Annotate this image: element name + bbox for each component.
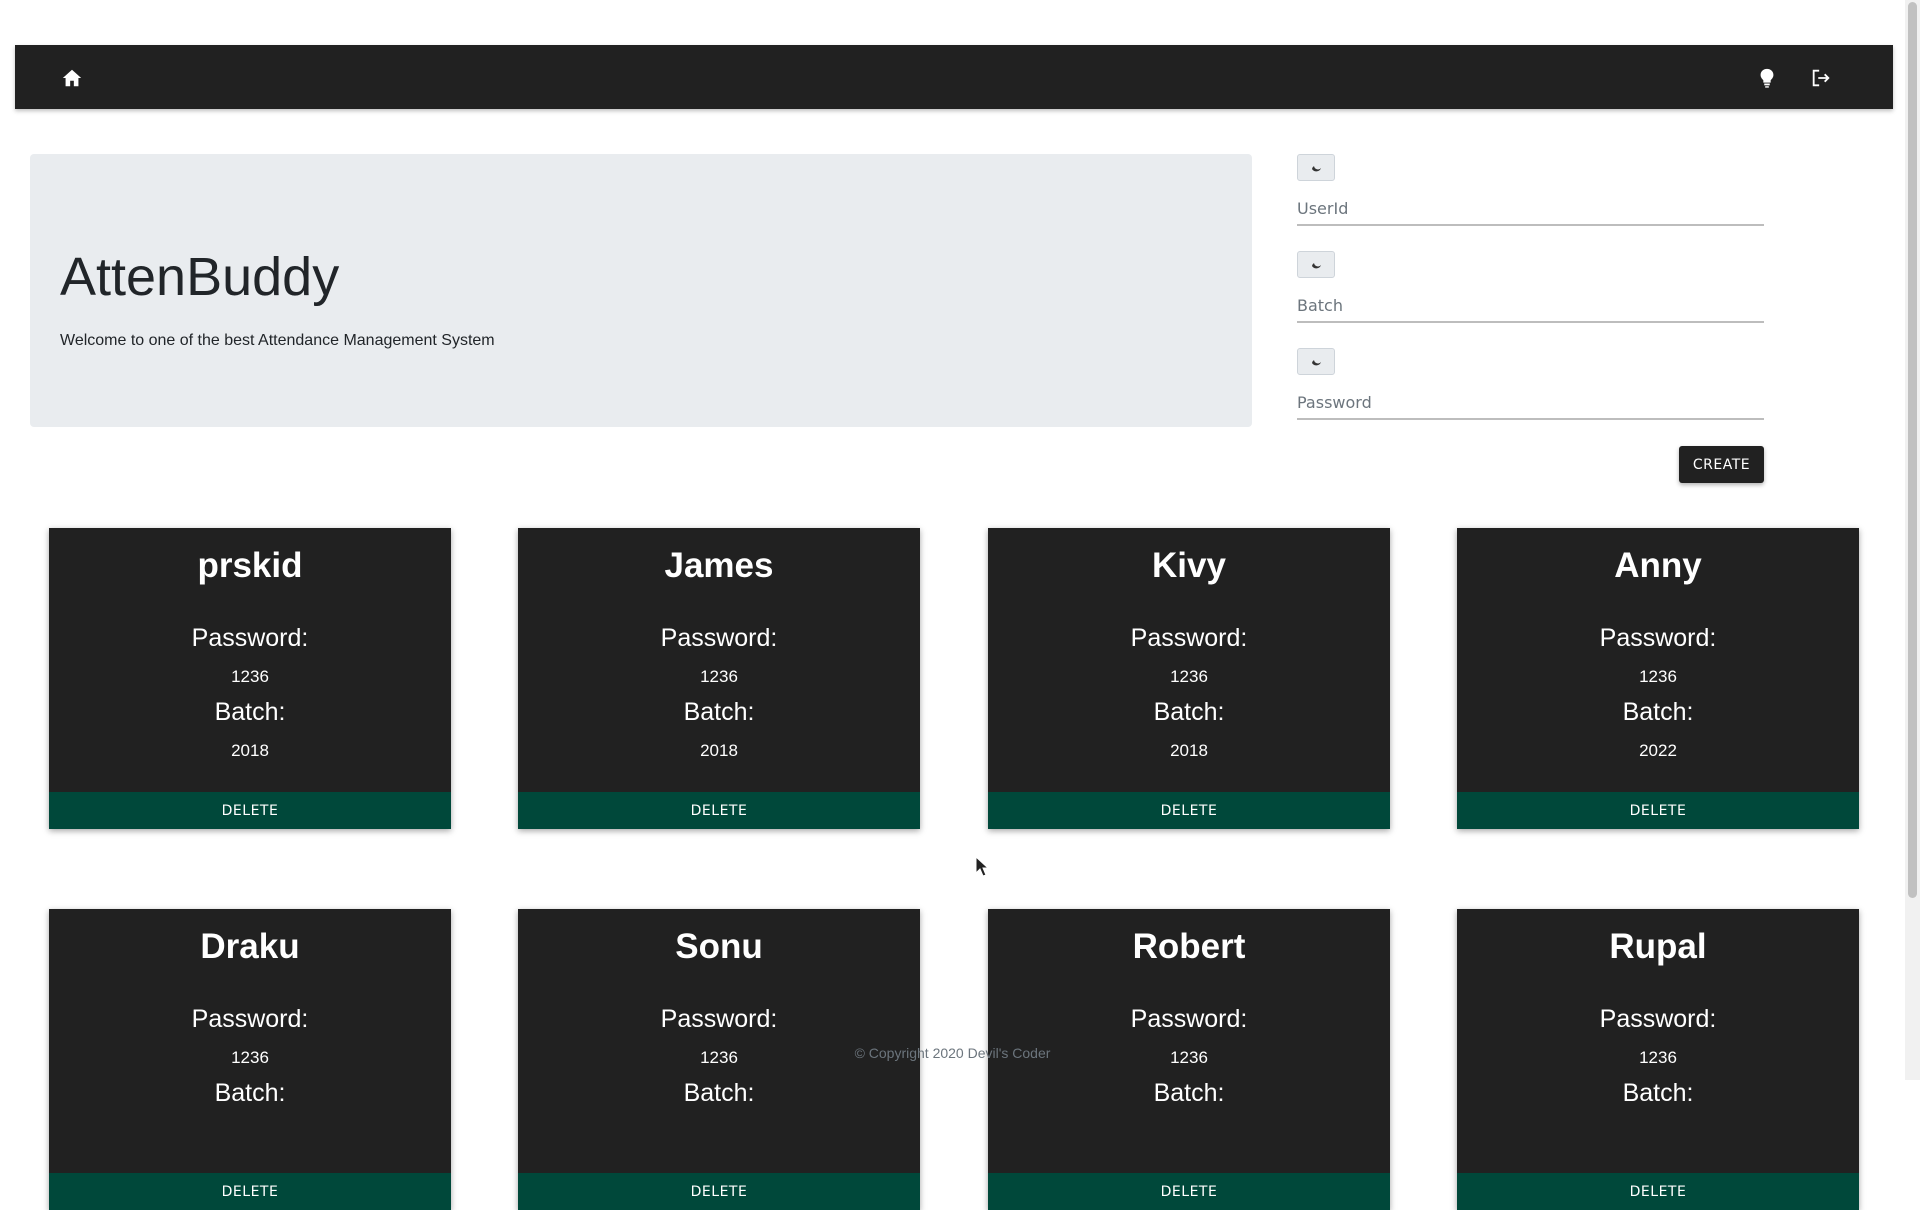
password-label: Password: bbox=[660, 1005, 778, 1033]
delete-button[interactable]: DELETE bbox=[1457, 1173, 1859, 1210]
mouse-cursor-icon bbox=[975, 856, 989, 877]
userid-field-group bbox=[1297, 154, 1764, 228]
batch-label: Batch: bbox=[214, 698, 286, 726]
moon-icon bbox=[1297, 251, 1335, 278]
user-name: Anny bbox=[1614, 546, 1702, 585]
top-navbar bbox=[15, 45, 1893, 109]
user-name: Draku bbox=[200, 927, 300, 966]
batch-label: Batch: bbox=[1622, 698, 1694, 726]
batch-value: 2022 bbox=[1639, 741, 1677, 760]
moon-icon bbox=[1297, 154, 1335, 181]
moon-icon bbox=[1297, 348, 1335, 375]
password-value: 1236 bbox=[1170, 667, 1208, 686]
password-value: 1236 bbox=[231, 667, 269, 686]
footer-copyright: © Copyright 2020 Devil's Coder bbox=[854, 1045, 1051, 1061]
delete-button[interactable]: DELETE bbox=[518, 792, 920, 829]
batch-input[interactable] bbox=[1297, 289, 1764, 323]
password-value: 1236 bbox=[700, 667, 738, 686]
delete-button[interactable]: DELETE bbox=[518, 1173, 920, 1210]
batch-value: 2018 bbox=[231, 741, 269, 760]
password-label: Password: bbox=[1130, 1005, 1248, 1033]
batch-label: Batch: bbox=[1622, 1079, 1694, 1107]
batch-label: Batch: bbox=[1153, 1079, 1225, 1107]
batch-label: Batch: bbox=[214, 1079, 286, 1107]
password-label: Password: bbox=[660, 624, 778, 652]
user-name: prskid bbox=[197, 546, 303, 585]
jumbotron: AttenBuddy Welcome to one of the best At… bbox=[30, 154, 1252, 427]
delete-button[interactable]: DELETE bbox=[49, 1173, 451, 1210]
user-name: Robert bbox=[1132, 927, 1246, 966]
user-card: prskid Password: 1236 Batch: 2018 DELETE bbox=[49, 528, 451, 829]
password-field-group bbox=[1297, 348, 1764, 422]
user-card: Kivy Password: 1236 Batch: 2018 DELETE bbox=[988, 528, 1390, 829]
user-name: Kivy bbox=[1152, 546, 1226, 585]
sign-out-icon[interactable] bbox=[1806, 63, 1836, 93]
userid-input[interactable] bbox=[1297, 192, 1764, 226]
password-label: Password: bbox=[1599, 624, 1717, 652]
password-value: 1236 bbox=[1639, 667, 1677, 686]
batch-label: Batch: bbox=[683, 698, 755, 726]
app-subtitle: Welcome to one of the best Attendance Ma… bbox=[60, 332, 495, 349]
batch-label: Batch: bbox=[1153, 698, 1225, 726]
lightbulb-icon[interactable] bbox=[1752, 63, 1782, 93]
delete-button[interactable]: DELETE bbox=[1457, 792, 1859, 829]
password-input[interactable] bbox=[1297, 386, 1764, 420]
batch-label: Batch: bbox=[683, 1079, 755, 1107]
app-title: AttenBuddy bbox=[60, 247, 340, 307]
delete-button[interactable]: DELETE bbox=[49, 792, 451, 829]
password-label: Password: bbox=[191, 1005, 309, 1033]
password-label: Password: bbox=[191, 624, 309, 652]
user-card: Anny Password: 1236 Batch: 2022 DELETE bbox=[1457, 528, 1859, 829]
home-icon[interactable] bbox=[57, 63, 87, 93]
user-name: Sonu bbox=[675, 927, 763, 966]
delete-button[interactable]: DELETE bbox=[988, 792, 1390, 829]
password-label: Password: bbox=[1599, 1005, 1717, 1033]
scrollbar-thumb[interactable] bbox=[1908, 2, 1917, 898]
delete-button[interactable]: DELETE bbox=[988, 1173, 1390, 1210]
password-label: Password: bbox=[1130, 624, 1248, 652]
user-name: James bbox=[664, 546, 774, 585]
user-name: Rupal bbox=[1609, 927, 1707, 966]
create-user-form: CREATE bbox=[1297, 154, 1764, 484]
batch-value: 2018 bbox=[700, 741, 738, 760]
batch-value: 2018 bbox=[1170, 741, 1208, 760]
user-card: James Password: 1236 Batch: 2018 DELETE bbox=[518, 528, 920, 829]
batch-field-group bbox=[1297, 251, 1764, 325]
create-button[interactable]: CREATE bbox=[1679, 446, 1764, 483]
vertical-scrollbar[interactable] bbox=[1905, 0, 1920, 1080]
